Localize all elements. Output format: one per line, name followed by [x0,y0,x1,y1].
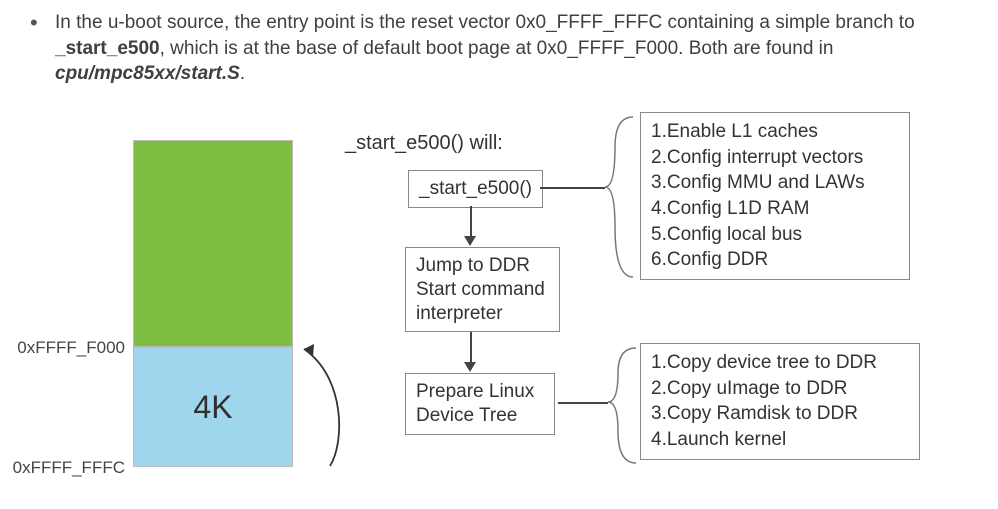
bullet-symbol: _start_e500 [55,38,160,59]
start-step-5: 5.Config local bus [651,222,899,248]
connector-line-1 [540,187,605,189]
node-start-e500-label: _start_e500() [419,178,532,199]
node-jump-ddr-l2: Start command [416,278,549,302]
prepare-step-4: 4.Launch kernel [651,427,909,453]
brace-start-icon [601,113,641,283]
list-start-steps: 1.Enable L1 caches 2.Config interrupt ve… [640,112,910,280]
prepare-step-2: 2.Copy uImage to DDR [651,376,909,402]
arrow-line-2 [470,332,472,362]
arrow-line-1 [470,206,472,236]
start-step-3: 3.Config MMU and LAWs [651,170,899,196]
start-step-4: 4.Config L1D RAM [651,196,899,222]
node-prepare-dtb: Prepare Linux Device Tree [405,373,555,435]
bullet-suffix: . [240,63,245,84]
node-start-e500: _start_e500() [408,170,543,208]
node-jump-ddr-l3: interpreter [416,302,549,326]
node-jump-ddr: Jump to DDR Start command interpreter [405,247,560,332]
connector-line-2 [558,402,608,404]
node-prepare-dtb-l2: Device Tree [416,404,544,428]
arrow-head-2-icon [464,362,476,372]
bullet-file: cpu/mpc85xx/start.S [55,63,240,84]
list-prepare-steps: 1.Copy device tree to DDR 2.Copy uImage … [640,343,920,460]
arrow-head-1-icon [464,236,476,246]
flow-title: _start_e500() will: [345,132,503,155]
start-step-1: 1.Enable L1 caches [651,119,899,145]
prepare-step-3: 3.Copy Ramdisk to DDR [651,401,909,427]
addr-boot-page-base: 0xFFFF_F000 [5,338,125,358]
bullet-mid: , which is at the base of default boot p… [160,38,834,59]
memory-upper-region [133,140,293,347]
node-jump-ddr-l1: Jump to DDR [416,254,549,278]
diagram-canvas: • In the u-boot source, the entry point … [0,0,998,509]
addr-reset-vector: 0xFFFF_FFFC [5,458,125,478]
bullet-text: In the u-boot source, the entry point is… [55,10,965,87]
branch-arrow-icon [290,337,350,477]
prepare-step-1: 1.Copy device tree to DDR [651,350,909,376]
bullet-marker: • [30,10,38,36]
memory-boot-page: 4K [133,347,293,467]
node-prepare-dtb-l1: Prepare Linux [416,380,544,404]
bullet-prefix: In the u-boot source, the entry point is… [55,12,915,33]
start-step-6: 6.Config DDR [651,247,899,273]
start-step-2: 2.Config interrupt vectors [651,145,899,171]
memory-size-label: 4K [193,389,232,426]
brace-prepare-icon [604,345,644,470]
